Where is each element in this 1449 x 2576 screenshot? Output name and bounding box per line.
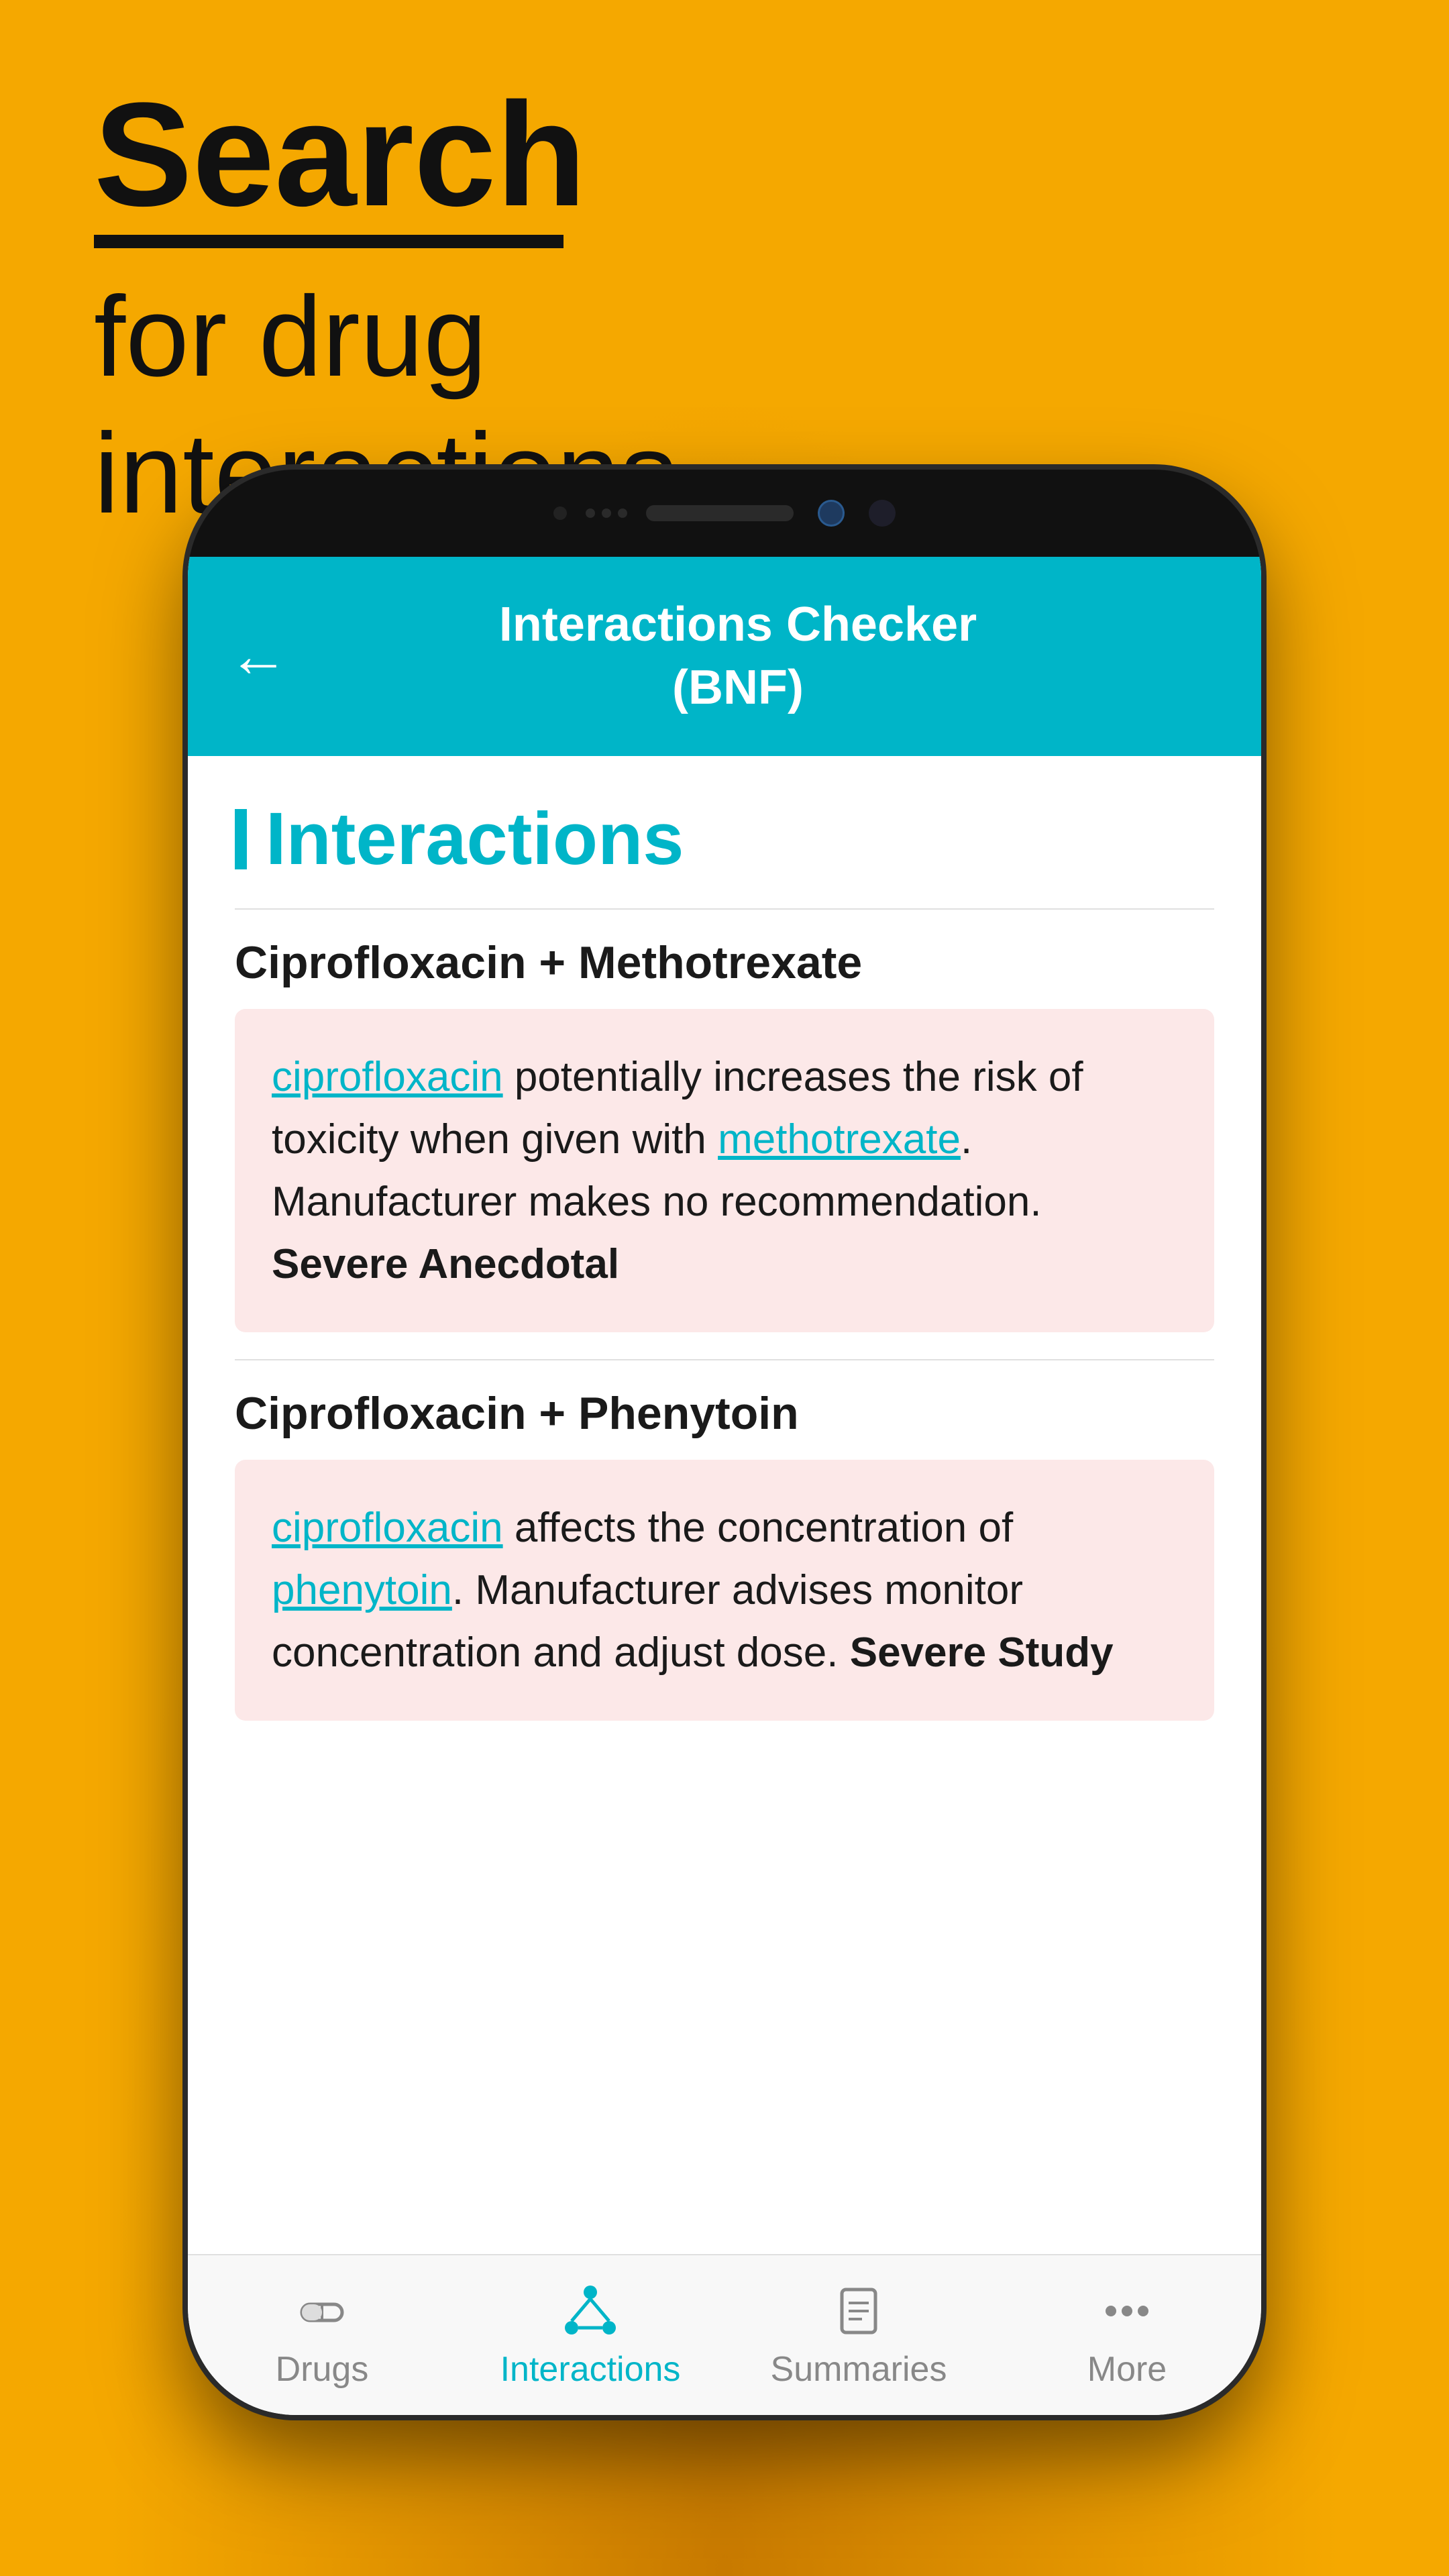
- section-heading: Interactions: [235, 796, 1214, 881]
- phone-screen: ← Interactions Checker (BNF) Interaction…: [188, 557, 1261, 2415]
- notch-right-sensor: [869, 500, 896, 527]
- front-camera: [818, 500, 845, 527]
- summaries-icon: [828, 2281, 889, 2341]
- interactions-icon: [560, 2281, 621, 2341]
- drug-link-methotrexate[interactable]: methotrexate: [718, 1116, 961, 1163]
- interaction-text-1: ciprofloxacin potentially increases the …: [272, 1046, 1177, 1295]
- severity-1: Severe Anecdotal: [272, 1241, 619, 1287]
- tab-interactions[interactable]: Interactions: [456, 2281, 724, 2390]
- interaction-text-2: ciprofloxacin affects the concentration …: [272, 1497, 1177, 1684]
- tab-summaries-label: Summaries: [771, 2349, 947, 2390]
- notch-element: [553, 506, 567, 520]
- tab-bar: Drugs Int: [188, 2254, 1261, 2415]
- section-title: Interactions: [266, 796, 684, 881]
- app-content: Interactions Ciprofloxacin + Methotrexat…: [188, 756, 1261, 2254]
- more-icon: [1097, 2281, 1157, 2341]
- phone-notch: [188, 470, 1261, 557]
- drugs-icon: [292, 2281, 352, 2341]
- tab-drugs-label: Drugs: [276, 2349, 369, 2390]
- interaction-card-1: ciprofloxacin potentially increases the …: [235, 1009, 1214, 1332]
- phone-wrapper: ← Interactions Checker (BNF) Interaction…: [188, 470, 1261, 2415]
- drug-link-phenytoin[interactable]: phenytoin: [272, 1567, 452, 1613]
- tab-more[interactable]: More: [993, 2281, 1261, 2390]
- phone-frame: ← Interactions Checker (BNF) Interaction…: [188, 470, 1261, 2415]
- divider-1: [235, 908, 1214, 910]
- drug-link-ciprofloxacin-2[interactable]: ciprofloxacin: [272, 1505, 503, 1551]
- tab-summaries[interactable]: Summaries: [724, 2281, 993, 2390]
- tab-drugs[interactable]: Drugs: [188, 2281, 456, 2390]
- notch-speaker: [646, 505, 794, 521]
- app-title: Interactions Checker (BNF): [315, 594, 1161, 719]
- heading-bar: [235, 809, 247, 869]
- back-button[interactable]: ←: [228, 622, 288, 691]
- search-heading: Search: [94, 80, 677, 248]
- tab-interactions-label: Interactions: [500, 2349, 681, 2390]
- interaction-card-2: ciprofloxacin affects the concentration …: [235, 1460, 1214, 1721]
- tab-more-label: More: [1087, 2349, 1167, 2390]
- severity-2: Severe Study: [850, 1629, 1114, 1676]
- divider-2: [235, 1359, 1214, 1360]
- drug-link-ciprofloxacin-1[interactable]: ciprofloxacin: [272, 1054, 503, 1100]
- pair-title-1: Ciprofloxacin + Methotrexate: [235, 936, 1214, 989]
- app-header: ← Interactions Checker (BNF): [188, 557, 1261, 756]
- notch-sensors: [586, 508, 627, 518]
- pair-title-2: Ciprofloxacin + Phenytoin: [235, 1387, 1214, 1440]
